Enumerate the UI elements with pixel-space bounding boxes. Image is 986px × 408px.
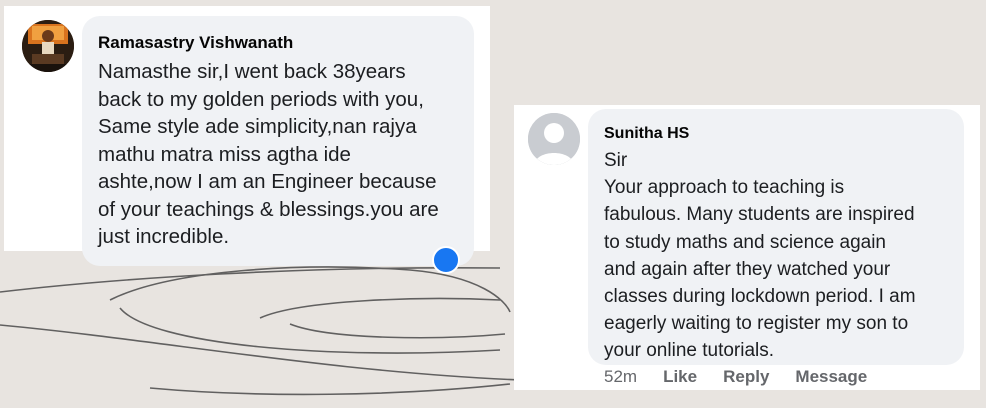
message-button[interactable]: Message [795,367,867,387]
reaction-icon[interactable] [432,246,460,274]
comment-author[interactable]: Ramasastry Vishwanath [98,32,458,54]
comment-actions: 52m Like Reply Message [604,367,867,387]
comment-text: Sir Your approach to teaching is fabulou… [604,150,916,362]
reply-button[interactable]: Reply [723,367,769,387]
avatar[interactable] [528,113,580,165]
avatar[interactable] [22,20,74,72]
like-button[interactable]: Like [663,367,697,387]
comment-card: Ramasastry Vishwanath Namasthe sir,I wen… [4,6,490,274]
comment-bubble: Sunitha HS Sir Your approach to teaching… [588,109,964,365]
comment-card: Sunitha HS Sir Your approach to teaching… [514,105,980,390]
comment-timestamp[interactable]: 52m [604,367,637,387]
comment-text: Namasthe sir,I went back 38years back to… [98,60,439,248]
comment-bubble: Ramasastry Vishwanath Namasthe sir,I wen… [82,16,474,266]
default-avatar-icon [528,113,580,165]
profile-photo-icon [22,20,74,72]
comment-author[interactable]: Sunitha HS [604,123,950,145]
